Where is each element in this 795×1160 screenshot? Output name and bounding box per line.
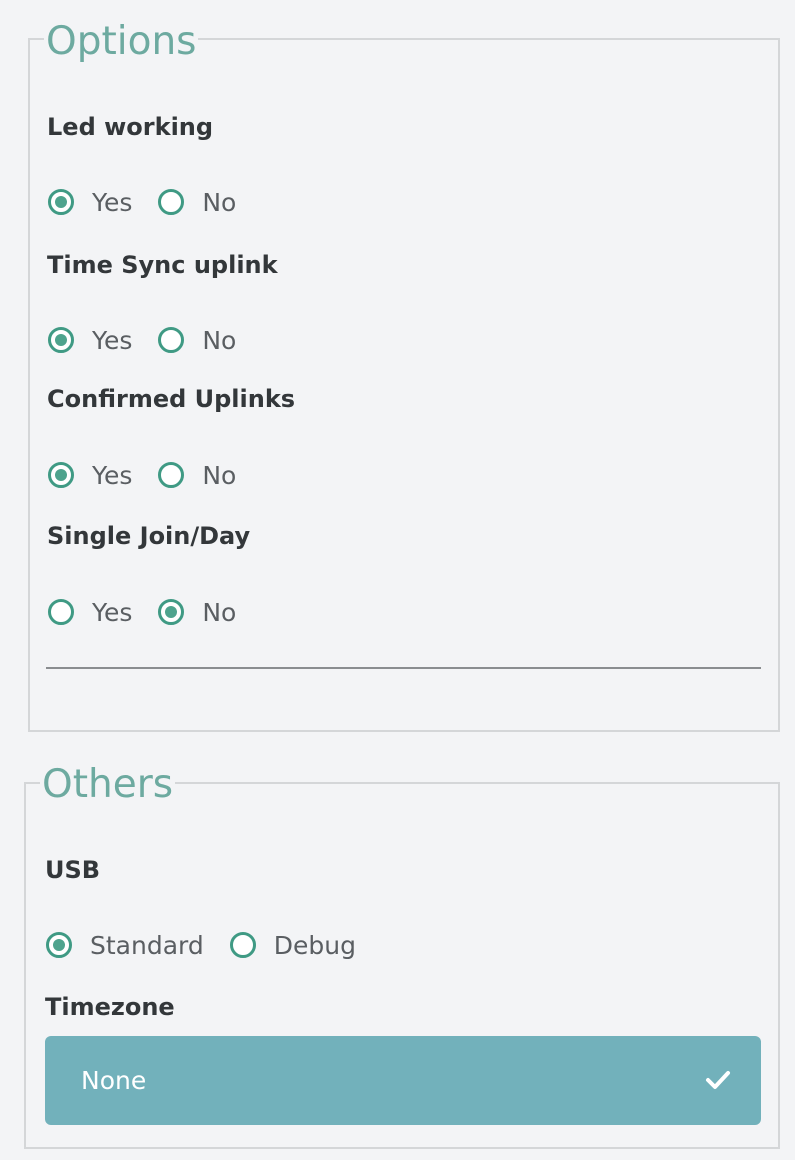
timezone-select[interactable]: None <box>45 1036 761 1125</box>
single-join-day-radio-group: Yes No <box>48 597 262 627</box>
radio-circle-icon[interactable] <box>46 932 72 958</box>
single-join-day-label: Single Join/Day <box>47 522 251 550</box>
time-sync-no-radio[interactable]: No <box>158 326 236 355</box>
radio-circle-icon[interactable] <box>48 599 74 625</box>
radio-circle-icon[interactable] <box>48 462 74 488</box>
confirmed-uplinks-no-radio[interactable]: No <box>158 461 236 490</box>
radio-label: No <box>202 187 237 217</box>
section-divider <box>46 667 761 669</box>
radio-circle-icon[interactable] <box>158 599 185 625</box>
led-working-no-radio[interactable]: No <box>158 188 236 217</box>
usb-label: USB <box>45 856 101 884</box>
usb-radio-group: Standard Debug <box>46 930 382 960</box>
settings-page: Options Led working Yes No Time Sync upl… <box>0 0 795 1160</box>
checkmark-icon <box>706 1071 730 1089</box>
time-sync-uplink-radio-group: Yes No <box>48 325 262 355</box>
confirmed-uplinks-yes-radio[interactable]: Yes <box>48 461 132 490</box>
confirmed-uplinks-label: Confirmed Uplinks <box>47 385 296 413</box>
radio-label: No <box>202 325 237 355</box>
timezone-selected-value: None <box>81 1066 147 1095</box>
radio-label: Yes <box>92 187 133 217</box>
radio-label: No <box>202 460 237 490</box>
timezone-label: Timezone <box>45 993 175 1021</box>
usb-debug-radio[interactable]: Debug <box>229 930 356 960</box>
radio-circle-icon[interactable] <box>158 462 185 488</box>
time-sync-uplink-label: Time Sync uplink <box>47 251 278 279</box>
single-join-yes-radio[interactable]: Yes <box>48 598 132 627</box>
led-working-radio-group: Yes No <box>48 187 262 217</box>
radio-label: Yes <box>92 597 133 627</box>
radio-circle-icon[interactable] <box>158 189 185 215</box>
radio-label: Standard <box>90 930 204 960</box>
others-legend: Others <box>40 762 176 807</box>
led-working-yes-radio[interactable]: Yes <box>48 188 132 217</box>
confirmed-uplinks-radio-group: Yes No <box>48 460 262 490</box>
radio-circle-icon[interactable] <box>158 327 185 353</box>
radio-circle-icon[interactable] <box>48 189 74 215</box>
time-sync-yes-radio[interactable]: Yes <box>48 326 132 355</box>
radio-circle-icon[interactable] <box>229 932 256 958</box>
single-join-no-radio[interactable]: No <box>158 598 236 627</box>
radio-label: Yes <box>92 325 133 355</box>
radio-label: No <box>202 597 237 627</box>
radio-label: Debug <box>273 930 356 960</box>
options-legend: Options <box>44 19 199 64</box>
led-working-label: Led working <box>47 113 214 141</box>
radio-circle-icon[interactable] <box>48 327 74 353</box>
usb-standard-radio[interactable]: Standard <box>46 931 204 960</box>
radio-label: Yes <box>92 460 133 490</box>
